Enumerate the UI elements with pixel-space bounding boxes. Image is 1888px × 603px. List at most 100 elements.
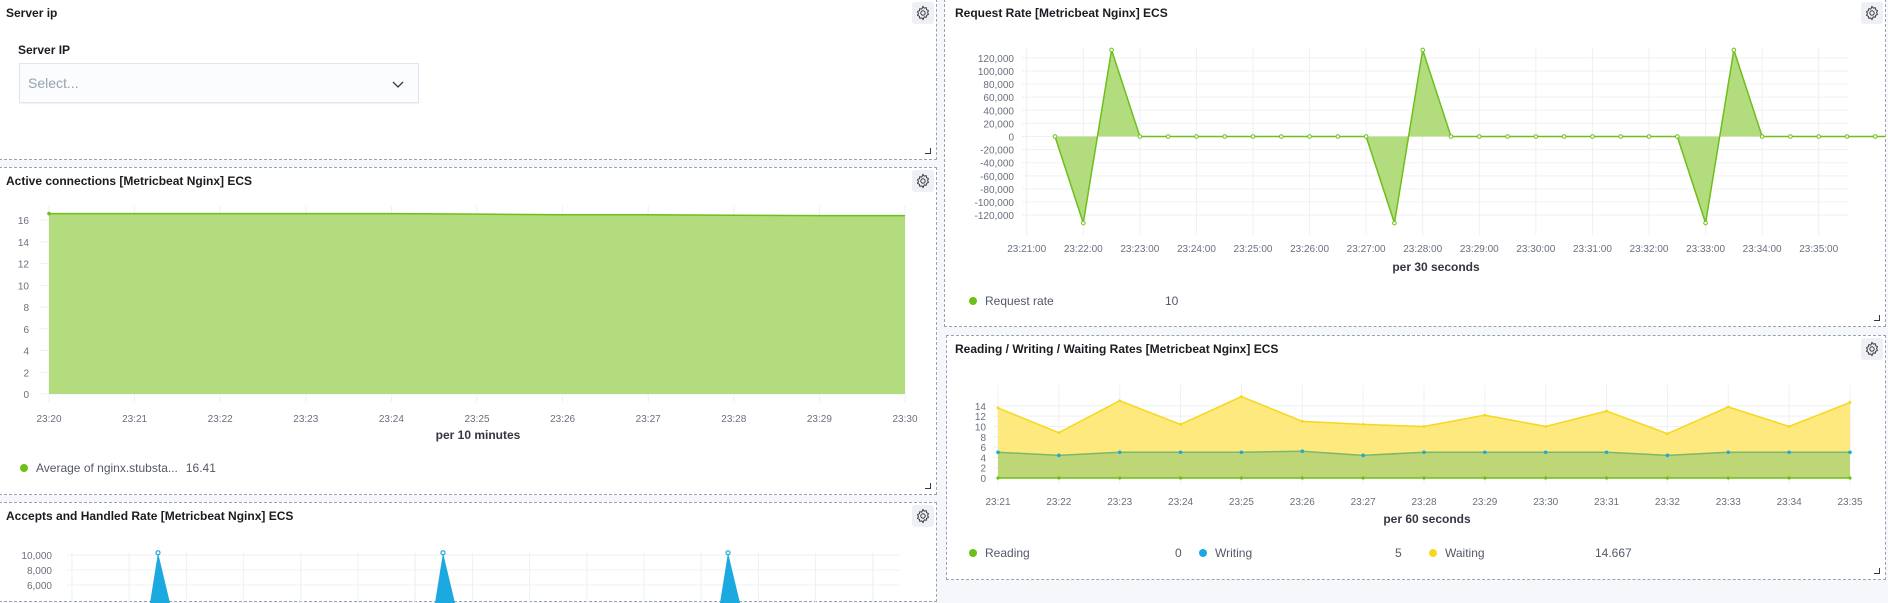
- legend-value: 16.41: [185, 461, 216, 475]
- y-tick-label: 10: [18, 281, 30, 292]
- y-tick-label: 14: [975, 402, 987, 413]
- x-tick-label: 23:28: [1411, 497, 1436, 508]
- resize-handle[interactable]: [925, 483, 931, 489]
- data-point: [1335, 134, 1341, 139]
- data-point: [1080, 220, 1086, 226]
- area-spike: [720, 552, 740, 603]
- y-tick-label: 2: [23, 368, 29, 379]
- x-tick-label: 23:22:00: [1064, 244, 1103, 255]
- waiting-point: [1666, 432, 1669, 436]
- waiting-point: [996, 406, 1000, 410]
- server-ip-select[interactable]: Select...: [19, 63, 419, 103]
- reading-point: [1057, 476, 1061, 480]
- writing-area: [998, 451, 1850, 478]
- data-point: [1476, 134, 1482, 139]
- y-tick-label: -100,000: [975, 198, 1015, 209]
- waiting-point: [1483, 413, 1487, 417]
- writing-point: [1117, 450, 1122, 455]
- resize-handle[interactable]: [925, 148, 931, 154]
- resize-handle[interactable]: [1874, 315, 1880, 321]
- writing-point: [1239, 450, 1244, 455]
- y-tick-label: 60,000: [983, 93, 1014, 104]
- data-point: [1533, 134, 1539, 139]
- y-tick-label: -60,000: [980, 172, 1014, 183]
- data-point: [1278, 134, 1284, 139]
- legend-item[interactable]: Average of nginx.stubsta... 16.41: [20, 461, 216, 475]
- x-tick-label: 23:30:00: [1516, 244, 1555, 255]
- data-point: [1505, 134, 1510, 139]
- data-point: [1816, 134, 1822, 139]
- y-tick-label: -120,000: [975, 211, 1015, 222]
- x-axis-title: per 60 seconds: [1383, 512, 1471, 526]
- x-tick-label: 23:21: [985, 497, 1010, 508]
- waiting-point: [1361, 423, 1365, 426]
- legend-label: Average of nginx.stubsta...: [36, 461, 178, 475]
- reading-point: [996, 476, 1000, 480]
- y-tick-label: 8: [980, 433, 986, 444]
- reading-point: [1604, 476, 1609, 480]
- x-tick-label: 23:25:00: [1234, 244, 1273, 255]
- request-rate-chart: -120,000 -100,000 -80,000 -60,000 -40,000 -20…: [975, 47, 1885, 255]
- active-connections-chart: 0 2 4 6 8 10 12 14 16 23:20 23:21 23:22 23:23 23:24 23…: [18, 206, 918, 425]
- data-point: [1250, 134, 1256, 139]
- y-tick-label: 20,000: [983, 119, 1014, 130]
- legend-item[interactable]: Reading 0: [969, 546, 1182, 560]
- waiting-point: [1787, 425, 1791, 428]
- y-tick-label: 4: [23, 347, 29, 358]
- y-tick-label: 14: [18, 238, 30, 249]
- panel-accepts-handled: Accepts and Handled Rate [Metricbeat Ngi…: [0, 502, 937, 603]
- resize-handle[interactable]: [1874, 568, 1880, 574]
- y-tick-label: 6: [980, 443, 986, 454]
- reading-point: [1544, 476, 1548, 480]
- x-tick-label: 23:33: [1716, 497, 1741, 508]
- x-tick-label: 23:25: [1229, 497, 1254, 508]
- legend-item[interactable]: Request rate 10: [969, 294, 1178, 308]
- legend-label: Reading: [985, 546, 1030, 560]
- reading-point: [1483, 476, 1487, 480]
- data-point: [440, 550, 446, 556]
- panel-options-button[interactable]: [912, 2, 934, 24]
- x-tick-label: 23:27: [636, 414, 661, 425]
- y-tick-label: 6: [23, 325, 29, 336]
- data-point: [1165, 134, 1171, 139]
- legend-value: 14.667: [1595, 546, 1632, 560]
- x-tick-label: 23:34:00: [1743, 244, 1782, 255]
- x-tick-label: 23:27: [1351, 497, 1376, 508]
- y-tick-label: 40,000: [983, 106, 1014, 117]
- y-tick-label: 80,000: [983, 80, 1014, 91]
- y-tick-label: 4: [980, 453, 986, 464]
- x-tick-label: 23:35: [1837, 497, 1862, 508]
- legend-item[interactable]: Waiting 14.667: [1429, 546, 1632, 560]
- panel-request-rate: Request Rate [Metricbeat Nginx] ECS -120…: [944, 0, 1886, 327]
- data-point: [1392, 220, 1397, 226]
- y-tick-label: -80,000: [980, 185, 1014, 196]
- writing-point: [1787, 450, 1791, 455]
- waiting-point: [1605, 409, 1608, 413]
- data-point: [1448, 134, 1454, 139]
- x-tick-label: 23:35:00: [1799, 244, 1838, 255]
- waiting-point: [1057, 431, 1061, 435]
- y-tick-label: -40,000: [980, 159, 1014, 170]
- x-tick-label: 23:23: [1107, 497, 1132, 508]
- writing-point: [1178, 450, 1183, 455]
- data-point: [1731, 47, 1737, 53]
- data-point: [1590, 134, 1595, 139]
- area-fill: [49, 213, 905, 394]
- y-tick-label: 12: [975, 412, 987, 423]
- select-placeholder: Select...: [28, 75, 79, 91]
- legend-item[interactable]: Writing 5: [1199, 546, 1402, 560]
- panel-reading-writing-waiting: Reading / Writing / Waiting Rates [Metri…: [946, 335, 1886, 580]
- y-tick-label: 8,000: [27, 566, 52, 577]
- reading-point: [1665, 476, 1670, 480]
- legend-dot: [1429, 549, 1437, 557]
- y-tick-label: 10: [975, 422, 987, 433]
- y-tick-label: 0: [980, 474, 986, 485]
- data-point: [47, 211, 51, 216]
- writing-point: [1057, 453, 1061, 458]
- y-tick-label: 120,000: [978, 54, 1015, 65]
- reading-point: [1422, 476, 1426, 480]
- writing-point: [1726, 450, 1731, 455]
- y-tick-label: 16: [18, 216, 30, 227]
- data-point: [1788, 134, 1793, 139]
- waiting-point: [1422, 425, 1426, 428]
